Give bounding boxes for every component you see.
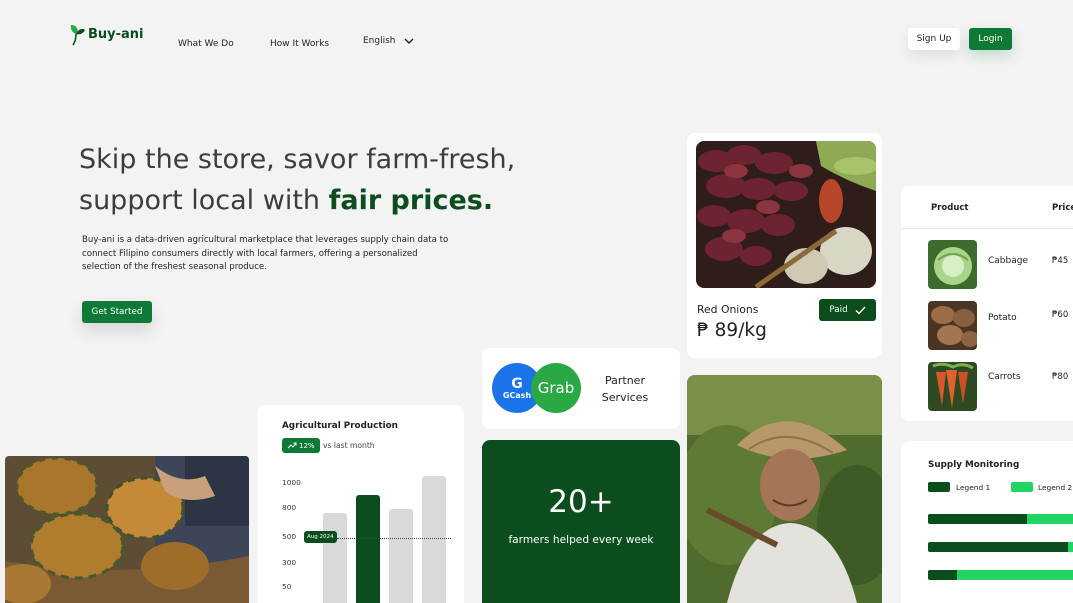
agricultural-production-card: Agricultural Production 12% vs last mont… bbox=[257, 405, 464, 603]
pumpkin-basket-photo bbox=[5, 456, 249, 603]
y-tick-300: 300 bbox=[282, 558, 297, 567]
farmers-count: 20+ bbox=[548, 484, 614, 520]
farmers-label: farmers helped every week bbox=[508, 534, 654, 546]
hero-title-line2: support local with fair prices. bbox=[79, 180, 599, 221]
supply-bar-legend2 bbox=[1027, 514, 1073, 524]
nav-how-it-works[interactable]: How It Works bbox=[270, 39, 329, 49]
table-row-name: Carrots bbox=[988, 372, 1021, 382]
product-price: ₱ 89/kg bbox=[697, 320, 767, 341]
farmer-photo bbox=[687, 375, 882, 603]
supply-title: Supply Monitoring bbox=[928, 460, 1020, 470]
table-row-price: ₱80 bbox=[1052, 372, 1069, 382]
supply-bar bbox=[928, 570, 1073, 580]
change-value: 12% bbox=[299, 441, 315, 450]
y-tick-800: 800 bbox=[282, 503, 297, 512]
signup-button[interactable]: Sign Up bbox=[908, 28, 960, 50]
y-tick-500: 500 bbox=[282, 532, 297, 541]
trend-up-icon bbox=[287, 442, 297, 449]
supply-bar-legend1 bbox=[928, 570, 957, 580]
gcash-label: GCash bbox=[502, 390, 532, 400]
nav-what-we-do[interactable]: What We Do bbox=[178, 39, 234, 49]
hero-title-accent: fair prices. bbox=[328, 185, 494, 216]
language-label: English bbox=[363, 36, 396, 46]
change-note: vs last month bbox=[323, 441, 375, 450]
production-bar bbox=[356, 494, 380, 603]
y-tick-50: 50 bbox=[282, 582, 292, 591]
featured-product-card[interactable]: Red Onions ₱ 89/kg Paid bbox=[687, 133, 882, 358]
production-title: Agricultural Production bbox=[282, 421, 398, 431]
hero-title-line1: Skip the store, savor farm-fresh, bbox=[79, 144, 516, 175]
product-name: Red Onions bbox=[697, 303, 759, 316]
login-button[interactable]: Login bbox=[969, 28, 1012, 50]
supply-bar-legend1 bbox=[928, 514, 1027, 524]
table-header-price: Price bbox=[1052, 203, 1073, 213]
partner-services-card: G GCash Grab Partner Services bbox=[482, 348, 680, 429]
legend1-swatch bbox=[928, 482, 950, 492]
production-bar bbox=[389, 508, 413, 603]
table-row-name: Potato bbox=[988, 313, 1017, 323]
product-table-card: Product Price Cabbage ₱45 Potato ₱60 bbox=[901, 186, 1073, 421]
language-select[interactable]: English bbox=[363, 36, 414, 46]
production-bar bbox=[323, 512, 347, 603]
brand-logo[interactable]: Buy-ani bbox=[68, 22, 144, 46]
supply-monitoring-card: Supply Monitoring Legend 1 Legend 2 bbox=[901, 441, 1073, 603]
production-bars bbox=[323, 471, 451, 603]
supply-bar bbox=[928, 542, 1073, 552]
change-badge: 12% bbox=[282, 438, 320, 453]
legend2-swatch bbox=[1011, 482, 1033, 492]
leaf-logo-icon bbox=[70, 25, 85, 46]
gcash-g-icon: G bbox=[511, 375, 523, 392]
production-bar bbox=[422, 476, 446, 603]
brand-name: Buy-ani bbox=[88, 26, 144, 42]
paid-label: Paid bbox=[829, 305, 848, 315]
table-header-product: Product bbox=[931, 203, 969, 213]
table-row-price: ₱60 bbox=[1052, 310, 1069, 320]
table-row-name: Cabbage bbox=[988, 256, 1028, 266]
supply-bar-legend2 bbox=[1067, 542, 1073, 552]
farmers-stat-card: 20+ farmers helped every week bbox=[482, 440, 680, 603]
month-marker: Aug 2024 bbox=[304, 531, 337, 543]
get-started-button[interactable]: Get Started bbox=[82, 301, 152, 323]
supply-bar-legend1 bbox=[928, 542, 1068, 552]
partner-services-label: Partner Services bbox=[601, 374, 649, 404]
table-divider bbox=[901, 228, 1073, 229]
chevron-down-icon bbox=[404, 38, 413, 44]
potato-image bbox=[928, 301, 977, 350]
red-onions-photo bbox=[696, 141, 876, 288]
hero-title: Skip the store, savor farm-fresh, suppor… bbox=[79, 139, 599, 221]
table-row-price: ₱45 bbox=[1052, 256, 1069, 266]
reference-line bbox=[337, 538, 451, 539]
hero-description: Buy-ani is a data-driven agricultural ma… bbox=[82, 235, 449, 272]
grab-logo: Grab bbox=[531, 363, 581, 413]
supply-bar-legend2 bbox=[956, 570, 1073, 580]
check-icon bbox=[855, 306, 866, 315]
legend1-label: Legend 1 bbox=[956, 483, 991, 492]
legend2-label: Legend 2 bbox=[1038, 483, 1073, 492]
cabbage-image bbox=[928, 240, 977, 289]
y-tick-1000: 1000 bbox=[282, 478, 301, 487]
hero-title-prefix: support local with bbox=[79, 185, 329, 216]
paid-status-button[interactable]: Paid bbox=[819, 299, 876, 321]
supply-bar bbox=[928, 514, 1073, 524]
carrots-image bbox=[928, 362, 977, 411]
